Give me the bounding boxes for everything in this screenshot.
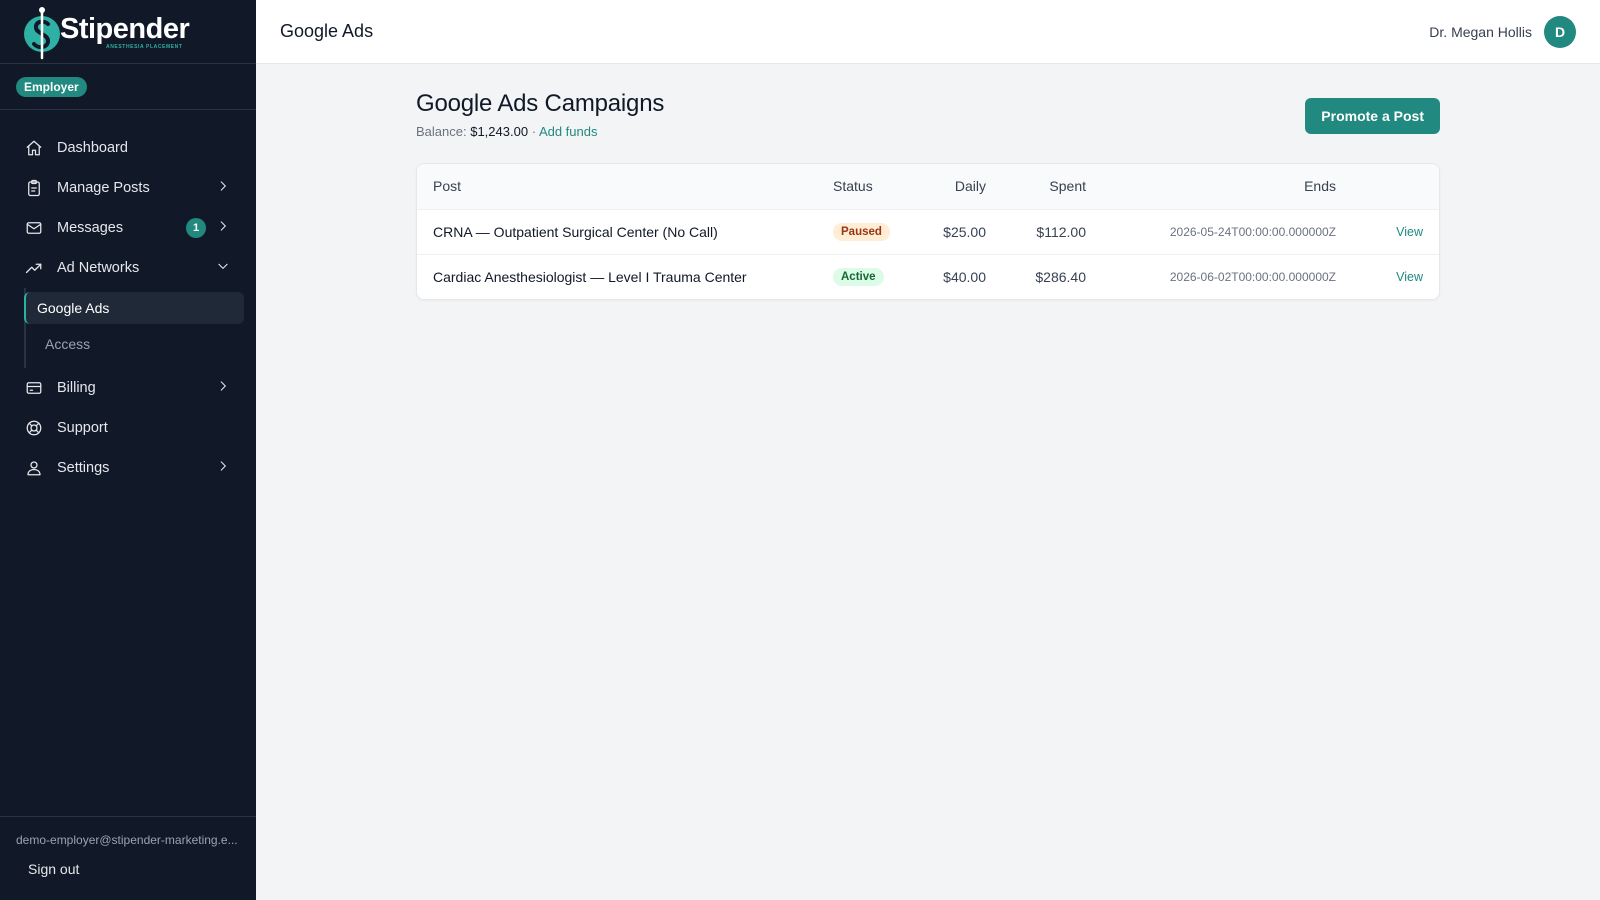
status-cell: Active [817,254,922,299]
column-header-actions [1352,164,1439,209]
sidebar-item-ad-networks[interactable]: Ad Networks [0,248,256,288]
balance-separator: · [531,124,537,139]
credit-card-icon [25,379,43,397]
balance-line: Balance: $1,243.00 · Add funds [416,124,664,139]
balance-label: Balance: [416,124,467,139]
account-email: demo-employer@stipender-marketing.e... [16,833,238,847]
chevron-right-icon [216,179,230,197]
page-heading: Google Ads Campaigns Balance: $1,243.00 … [416,90,1440,139]
top-bar: Google Ads Dr. Megan Hollis D [256,0,1600,64]
avatar[interactable]: D [1544,15,1576,48]
sidebar-item-billing[interactable]: Billing [0,368,256,408]
sign-out-link[interactable]: Sign out [28,861,79,877]
sidebar-nav: Dashboard Manage Posts Messages 1 Ad Net… [0,110,256,488]
campaigns-table: Post Status Daily Spent Ends CRNA — Outp… [417,164,1439,299]
daily-budget: $25.00 [943,223,986,240]
daily-budget: $40.00 [943,268,986,285]
ad-networks-submenu: Google Ads Access [24,288,256,368]
page-header-title: Google Ads [280,21,374,41]
sidebar-item-support[interactable]: Support [0,408,256,448]
mail-icon [25,219,43,237]
stipender-logo-icon [24,6,60,59]
user-icon [25,459,43,477]
balance-value: $1,243.00 [470,124,529,139]
lifebuoy-icon [25,419,43,437]
main-content: Google Ads Campaigns Balance: $1,243.00 … [416,90,1440,300]
campaigns-table-card: Post Status Daily Spent Ends CRNA — Outp… [416,163,1440,300]
column-header-ends[interactable]: Ends [1102,164,1352,209]
role-badge: Employer [16,76,87,97]
chevron-down-icon [216,259,230,277]
chevron-right-icon [216,219,230,237]
status-cell: Paused [817,209,922,254]
end-date: 2026-05-24T00:00:00.000000Z [1169,224,1336,239]
promote-post-button[interactable]: Promote a Post [1305,98,1440,134]
subnav-item-google-ads[interactable]: Google Ads [24,292,244,324]
sidebar-item-label: Settings [57,460,110,476]
sidebar-item-label: Billing [57,380,96,396]
column-header-daily[interactable]: Daily [922,164,1002,209]
sidebar-item-dashboard[interactable]: Dashboard [0,128,256,168]
subnav-item-access[interactable]: Access [34,328,244,360]
table-row: Cardiac Anesthesiologist — Level I Traum… [417,254,1439,299]
table-header-row: Post Status Daily Spent Ends [417,164,1439,209]
user-name[interactable]: Dr. Megan Hollis [1429,24,1532,40]
sidebar: Stipender ANESTHESIA PLACEMENT Employer … [0,0,256,900]
chevron-right-icon [216,459,230,477]
clipboard-icon [25,179,43,197]
table-row: CRNA — Outpatient Surgical Center (No Ca… [417,209,1439,254]
sidebar-item-label: Support [57,420,108,436]
sidebar-item-label: Manage Posts [57,180,150,196]
trending-up-icon [25,259,43,277]
amount-spent: $286.40 [1035,268,1086,285]
status-badge: Active [833,268,884,287]
amount-spent: $112.00 [1036,223,1086,240]
sidebar-item-manage-posts[interactable]: Manage Posts [0,168,256,208]
role-area: Employer [0,64,256,110]
end-date: 2026-06-02T00:00:00.000000Z [1169,269,1336,284]
sidebar-item-label: Ad Networks [57,260,140,276]
post-title: CRNA — Outpatient Surgical Center (No Ca… [433,223,718,240]
logo[interactable]: Stipender ANESTHESIA PLACEMENT [22,4,190,60]
sidebar-item-label: Dashboard [57,140,128,156]
column-header-post[interactable]: Post [417,164,817,209]
column-header-spent[interactable]: Spent [1002,164,1102,209]
unread-count-badge: 1 [186,218,206,238]
page-title: Google Ads Campaigns [416,90,665,117]
add-funds-link[interactable]: Add funds [539,124,598,139]
home-icon [25,139,43,157]
view-link[interactable]: View [1352,209,1439,254]
brand-name: Stipender [60,13,190,45]
chevron-right-icon [216,379,230,397]
sidebar-footer: demo-employer@stipender-marketing.e... S… [0,816,256,900]
sidebar-item-messages[interactable]: Messages 1 [0,208,256,248]
logo-area: Stipender ANESTHESIA PLACEMENT [0,0,256,64]
view-link[interactable]: View [1352,254,1439,299]
status-badge: Paused [833,223,890,241]
sidebar-item-settings[interactable]: Settings [0,448,256,488]
post-title: Cardiac Anesthesiologist — Level I Traum… [433,268,747,285]
sidebar-item-label: Messages [57,220,124,236]
column-header-status[interactable]: Status [817,164,922,209]
brand-tagline: ANESTHESIA PLACEMENT [106,43,183,50]
